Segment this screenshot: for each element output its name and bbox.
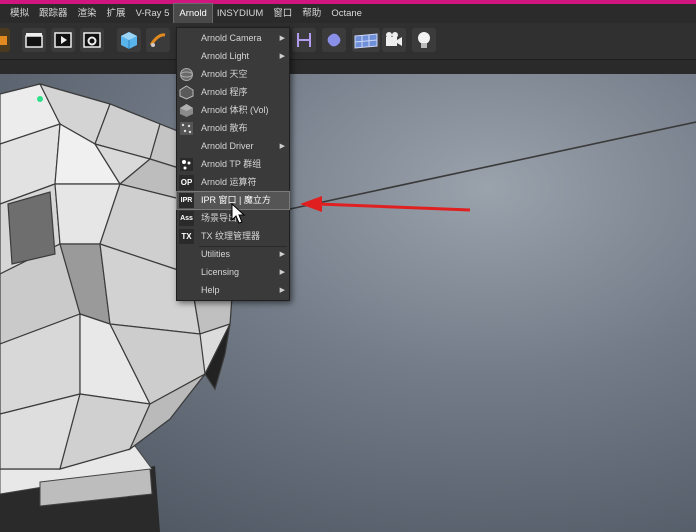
clapper-icon[interactable] <box>22 28 46 52</box>
menu-extensions[interactable]: 扩展 <box>102 4 131 23</box>
cube-icon[interactable] <box>117 28 141 52</box>
menu-window[interactable]: 窗口 <box>268 4 297 23</box>
menu-help[interactable]: 帮助 <box>297 4 326 23</box>
menu-octane[interactable]: Octane <box>326 4 367 23</box>
menu-vray[interactable]: V-Ray 5 <box>131 4 175 23</box>
bracket-icon[interactable] <box>292 28 316 52</box>
capsule-icon[interactable] <box>322 28 346 52</box>
submenu-arrow-icon: ▶ <box>279 251 285 258</box>
viewport-scene <box>0 74 696 532</box>
menu-item-arnold-camera[interactable]: Arnold Camera ▶ <box>177 30 289 47</box>
render-region-icon[interactable] <box>0 28 10 52</box>
menu-insydium[interactable]: INSYDIUM <box>212 4 268 23</box>
ipr-icon: IPR <box>179 193 194 208</box>
menu-tracker[interactable]: 跟踪器 <box>34 4 73 23</box>
sky-sphere-icon <box>179 67 194 82</box>
menu-item-arnold-sky[interactable]: Arnold 天空 <box>177 66 289 83</box>
procedural-icon <box>179 85 194 100</box>
arnold-dropdown-menu: Arnold Camera ▶ Arnold Light ▶ Arnold 天空 A… <box>176 27 290 301</box>
menu-item-arnold-procedural[interactable]: Arnold 程序 <box>177 84 289 101</box>
menu-item-arnold-driver[interactable]: Arnold Driver ▶ <box>177 138 289 155</box>
op-icon: OP <box>179 175 194 190</box>
submenu-arrow-icon: ▶ <box>279 269 285 276</box>
menu-item-arnold-operators[interactable]: OP Arnold 运算符 <box>177 174 289 191</box>
submenu-arrow-icon: ▶ <box>279 35 285 42</box>
menu-item-licensing[interactable]: Licensing ▶ <box>177 264 289 281</box>
mouse-cursor-icon <box>231 203 246 224</box>
scatter-icon <box>179 121 194 136</box>
menu-simulate[interactable]: 模拟 <box>0 4 34 23</box>
menu-bar: 模拟 跟踪器 渲染 扩展 V-Ray 5 Arnold INSYDIUM 窗口 … <box>0 3 696 24</box>
render-view-icon[interactable] <box>51 28 75 52</box>
tp-group-icon <box>179 157 194 172</box>
menu-render[interactable]: 渲染 <box>73 4 102 23</box>
menu-item-arnold-scatter[interactable]: Arnold 散布 <box>177 120 289 137</box>
menu-item-arnold-volume[interactable]: Arnold 体积 (Vol) <box>177 102 289 119</box>
toolbar <box>0 23 696 60</box>
pen-icon[interactable] <box>146 28 170 52</box>
tx-icon: TX <box>179 229 194 244</box>
3d-viewport[interactable] <box>0 74 696 532</box>
light-bulb-icon[interactable] <box>412 28 436 52</box>
grid-plane-icon[interactable] <box>352 28 380 52</box>
menu-item-tx-manager[interactable]: TX TX 纹理管理器 <box>177 228 289 245</box>
menu-arnold[interactable]: Arnold <box>173 3 213 24</box>
viewport-header <box>0 60 696 74</box>
submenu-arrow-icon: ▶ <box>279 287 285 294</box>
menu-item-help[interactable]: Help ▶ <box>177 282 289 299</box>
menu-item-utilities[interactable]: Utilities ▶ <box>177 246 289 263</box>
camera-icon[interactable] <box>382 28 406 52</box>
ass-icon: Ass <box>179 211 194 226</box>
menu-item-arnold-light[interactable]: Arnold Light ▶ <box>177 48 289 65</box>
volume-icon <box>179 103 194 118</box>
submenu-arrow-icon: ▶ <box>279 143 285 150</box>
menu-item-arnold-tp-group[interactable]: Arnold TP 群组 <box>177 156 289 173</box>
render-settings-icon[interactable] <box>80 28 104 52</box>
submenu-arrow-icon: ▶ <box>279 53 285 60</box>
axis-gizmo <box>37 96 43 102</box>
